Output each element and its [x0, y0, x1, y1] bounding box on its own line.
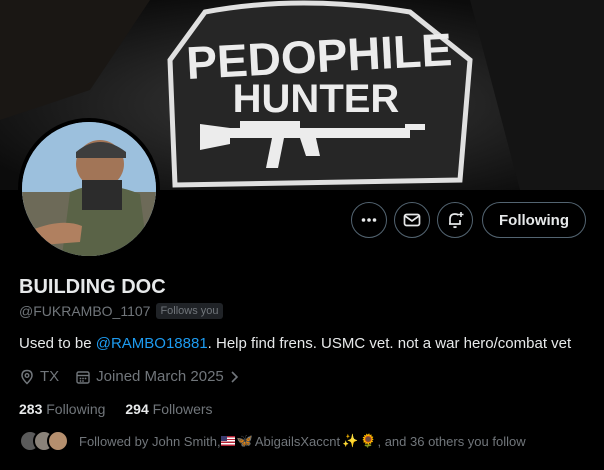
handle-row: @FUKRAMBO_1107 Follows you — [19, 303, 223, 319]
bell-plus-icon — [449, 212, 464, 229]
bio-mention-link[interactable]: @RAMBO18881 — [96, 335, 208, 352]
profile-meta: TX Joined March 2025 — [19, 368, 257, 385]
following-button[interactable]: Following — [482, 202, 586, 238]
join-date: Joined March 2025 — [75, 368, 241, 385]
followed-by-name2: AbigailsXaccnt — [254, 433, 341, 449]
followers-label: Followers — [152, 401, 213, 417]
sparkles-icon: ✨ — [342, 433, 359, 448]
calendar-icon — [76, 370, 90, 384]
follow-counts: 283 Following 294 Followers — [19, 401, 233, 417]
avatar[interactable] — [18, 118, 160, 260]
following-count-link[interactable]: 283 Following — [19, 401, 105, 417]
butterfly-icon: 🦋 — [236, 433, 253, 448]
more-options-button[interactable] — [351, 202, 387, 238]
followed-by-row[interactable]: Followed by John Smith, 🦋 AbigailsXaccnt… — [19, 430, 526, 452]
followed-by-prefix: Followed by John Smith, — [79, 433, 221, 449]
following-count: 283 — [19, 401, 43, 417]
display-name: BUILDING DOC — [19, 276, 166, 298]
followed-by-suffix: , and 36 others you follow — [377, 433, 526, 449]
mutual-avatars — [19, 430, 73, 452]
us-flag-icon — [220, 436, 235, 446]
envelope-icon — [403, 213, 421, 227]
followers-count: 294 — [125, 401, 149, 417]
avatar-image — [22, 122, 156, 256]
bio: Used to be @RAMBO18881. Help find frens.… — [19, 335, 571, 352]
bio-prefix: Used to be — [19, 335, 96, 352]
ellipsis-icon — [361, 218, 377, 222]
followers-count-link[interactable]: 294 Followers — [125, 401, 212, 417]
joined-text: Joined March 2025 — [96, 368, 224, 385]
notifications-button[interactable] — [437, 202, 473, 238]
mutual-avatar — [47, 430, 69, 452]
patch-text-line2: HUNTER — [233, 77, 400, 121]
profile-page: PEDOPHILE HUNTER Following BUILDING DOC … — [0, 0, 604, 470]
bio-suffix: . Help find frens. USMC vet. not a war h… — [207, 335, 572, 352]
follows-you-badge: Follows you — [156, 303, 223, 319]
location-pin-icon — [21, 369, 33, 385]
sunflower-icon: 🌻 — [360, 433, 377, 448]
location-text: TX — [40, 368, 60, 385]
user-handle: @FUKRAMBO_1107 — [19, 303, 151, 319]
following-label: Following — [46, 401, 106, 417]
chevron-right-icon[interactable] — [229, 370, 241, 384]
location: TX — [19, 368, 59, 385]
message-button[interactable] — [394, 202, 430, 238]
